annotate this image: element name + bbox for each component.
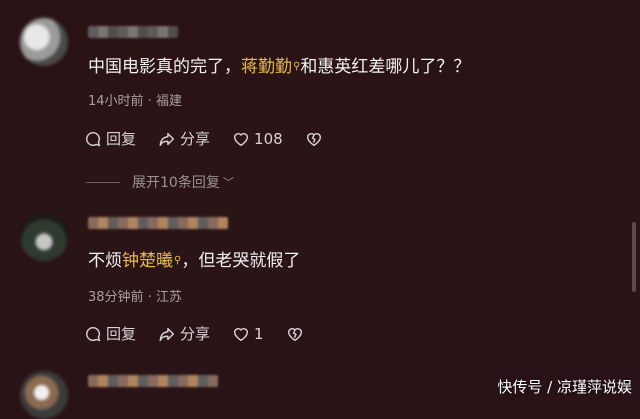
avatar[interactable]: [20, 213, 68, 261]
share-icon: [159, 327, 175, 341]
reply-label: 回复: [106, 130, 137, 148]
scrollbar[interactable]: [632, 222, 636, 292]
broken-heart-icon: [287, 327, 302, 341]
comment-text-pre: 中国电影真的完了，: [88, 57, 241, 77]
avatar[interactable]: [20, 371, 68, 419]
username-blurred[interactable]: [88, 217, 228, 229]
comment-item: 不烦钟楚曦⚲，但老哭就假了 38分钟前 · 江苏 回复 分享 1: [0, 205, 620, 365]
expand-replies-label: 展开10条回复: [132, 175, 220, 191]
comment-text: 不烦钟楚曦⚲，但老哭就假了: [88, 250, 300, 272]
username-blurred[interactable]: [88, 375, 218, 387]
expand-replies-button[interactable]: 展开10条回复 ﹀: [86, 172, 234, 192]
watermark: 快传号 / 凉瑾萍说娱: [497, 378, 632, 396]
reply-button[interactable]: 回复: [84, 128, 136, 149]
comment-text-post: ，但老哭就假了: [181, 251, 301, 271]
reply-label: 回复: [106, 325, 137, 343]
share-button[interactable]: 分享: [158, 128, 210, 149]
share-label: 分享: [180, 130, 211, 148]
like-button[interactable]: 108: [232, 130, 283, 148]
avatar[interactable]: [20, 18, 68, 66]
like-count: 1: [254, 324, 264, 343]
chevron-down-icon: ﹀: [222, 176, 234, 189]
comment-meta: 38分钟前 · 江苏: [88, 290, 182, 305]
reply-button[interactable]: 回复: [84, 323, 136, 344]
comment-meta: 14小时前 · 福建: [88, 94, 182, 109]
share-label: 分享: [180, 325, 211, 343]
comment-text: 中国电影真的完了，蒋勤勤⚲和惠英红差哪儿了？？: [88, 56, 470, 78]
broken-heart-icon: [306, 132, 321, 146]
comment-item: 中国电影真的完了，蒋勤勤⚲和惠英红差哪儿了？？ 14小时前 · 福建 回复 分享…: [0, 0, 620, 165]
reply-icon: [86, 326, 101, 341]
comment-actions: 回复 分享 108: [84, 128, 345, 149]
dislike-button[interactable]: [286, 325, 304, 343]
search-highlight[interactable]: 钟楚曦: [122, 251, 173, 271]
share-button[interactable]: 分享: [158, 323, 210, 344]
dislike-button[interactable]: [305, 130, 323, 148]
comment-text-pre: 不烦: [88, 251, 122, 271]
like-button[interactable]: 1: [232, 325, 264, 343]
heart-icon: [234, 132, 249, 146]
heart-icon: [234, 327, 249, 341]
share-icon: [159, 132, 175, 146]
like-count: 108: [254, 129, 283, 148]
comment-text-post: 和惠英红差哪儿了？？: [300, 57, 471, 77]
search-highlight[interactable]: 蒋勤勤: [241, 57, 292, 77]
reply-icon: [86, 131, 101, 146]
divider: [86, 181, 120, 183]
username-blurred[interactable]: [88, 26, 178, 38]
comment-actions: 回复 分享 1: [84, 323, 326, 344]
